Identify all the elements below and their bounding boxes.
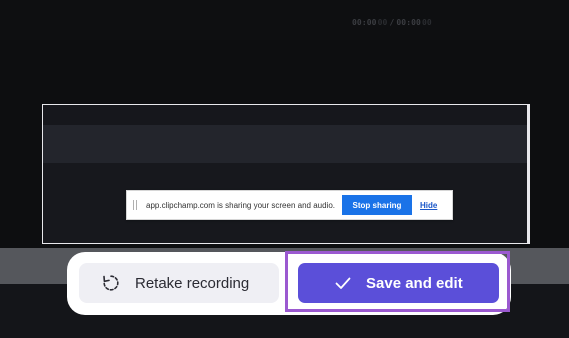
drag-grip-icon[interactable] <box>133 200 139 210</box>
save-label: Save and edit <box>366 274 463 292</box>
current-time-frac: 00 <box>377 18 388 27</box>
share-message: app.clipchamp.com is sharing your screen… <box>146 200 335 210</box>
stop-sharing-button[interactable]: Stop sharing <box>342 195 412 215</box>
recording-preview <box>42 104 530 244</box>
retake-icon <box>101 273 121 293</box>
checkmark-icon <box>334 274 352 292</box>
retake-recording-button[interactable]: Retake recording <box>79 263 279 303</box>
timecode: 00:0000/00:0000 <box>352 18 432 27</box>
current-time: 00:00 <box>352 18 377 27</box>
retake-label: Retake recording <box>135 274 250 292</box>
save-and-edit-button[interactable]: Save and edit <box>298 263 499 303</box>
time-separator: / <box>389 18 395 27</box>
screen-share-notice: app.clipchamp.com is sharing your screen… <box>126 190 453 220</box>
preview-band <box>43 125 529 163</box>
hide-link[interactable]: Hide <box>420 201 437 210</box>
total-time-frac: 00 <box>421 18 432 27</box>
top-bar: 00:0000/00:0000 <box>0 0 569 40</box>
total-time: 00:00 <box>396 18 421 27</box>
preview-band <box>43 105 529 125</box>
preview-edge <box>527 105 529 243</box>
